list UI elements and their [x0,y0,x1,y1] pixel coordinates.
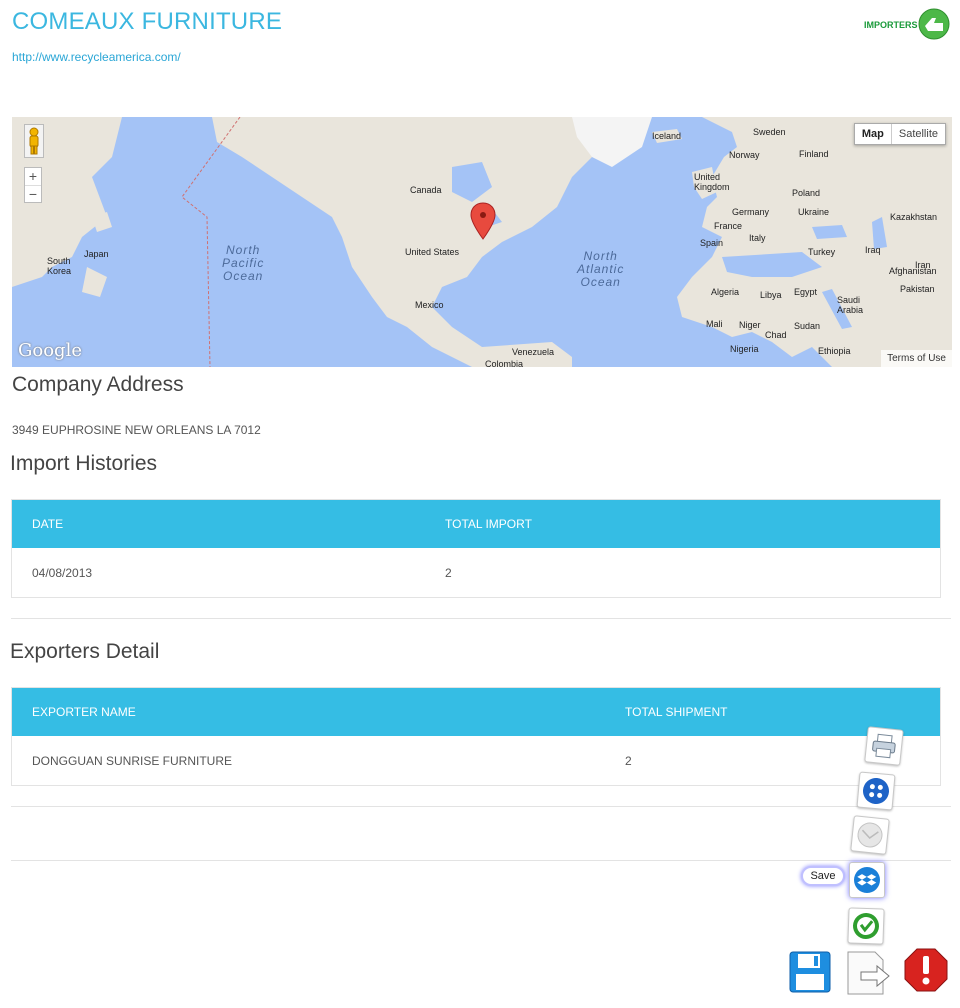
table-header-row: EXPORTER NAME TOTAL SHIPMENT [12,688,940,736]
share-button[interactable] [856,771,896,811]
ocean-word: Ocean [222,269,264,283]
map-label-france: France [714,221,743,231]
google-logo[interactable]: Google [18,340,82,361]
map-label-kazakhstan: Kazakhstan [890,212,938,222]
stop-alert-icon[interactable] [903,947,949,993]
map-label-turkey: Turkey [808,247,836,257]
map-label-italy: Italy [749,233,766,243]
map-label-pakistan: Pakistan [900,284,935,294]
zoom-in-button[interactable]: + [25,168,41,185]
dropbox-save-button[interactable] [849,862,885,898]
section-divider [11,618,951,619]
map-label-united-states: United States [405,247,460,257]
column-header-total-shipment: TOTAL SHIPMENT [625,705,728,719]
company-title: COMEAUX FURNITURE [12,8,283,35]
terms-of-use-link[interactable]: Terms of Use [881,350,952,367]
company-address-heading: Company Address [12,373,184,396]
green-check-icon [853,913,880,939]
import-histories-table: DATE TOTAL IMPORT 04/08/2013 2 [11,499,941,598]
location-map[interactable]: Iceland Sweden Norway Finland United Kin… [12,117,952,367]
exporters-detail-table: EXPORTER NAME TOTAL SHIPMENT DONGGUAN SU… [11,687,941,786]
share-dots-icon [863,778,889,804]
map-label-uk: United Kingdom [694,172,730,192]
map-ocean-north-atlantic: North Atlantic Ocean [577,250,624,289]
map-label-egypt: Egypt [794,287,818,297]
map-label-saudi-arabia: Saudi Arabia [837,295,864,315]
printer-icon [872,733,896,759]
map-label-iraq: Iraq [865,245,881,255]
email-button[interactable] [850,815,890,855]
map-label-sweden: Sweden [753,127,786,137]
evernote-button[interactable] [847,907,885,945]
column-header-total-import: TOTAL IMPORT [445,517,532,531]
map-label-germany: Germany [732,207,770,217]
zoom-out-button[interactable]: − [25,185,41,202]
map-label-colombia: Colombia [485,359,524,367]
map-label-libya: Libya [760,290,782,300]
map-type-control: Map Satellite [853,123,946,145]
map-label-south-korea: South Korea [47,256,72,276]
cell-total-import: 2 [445,565,452,580]
table-header-row: DATE TOTAL IMPORT [12,500,940,548]
table-row: 04/08/2013 2 [12,548,940,597]
section-divider [11,806,951,807]
map-label-ukraine: Ukraine [798,207,830,217]
ocean-word: Ocean [580,275,621,289]
zoom-control: + − [24,167,42,203]
map-label-venezuela: Venezuela [512,347,555,357]
cell-exporter-name: DONGGUAN SUNRISE FURNITURE [32,753,233,768]
import-histories-heading: Import Histories [10,452,158,475]
map-label-japan: Japan [84,249,109,259]
map-label-chad: Chad [765,330,787,340]
cell-date: 04/08/2013 [32,565,93,580]
map-label-canada: Canada [410,185,442,195]
cell-total-shipment: 2 [625,753,632,768]
map-label-nigeria: Nigeria [730,344,759,354]
map-label-niger: Niger [739,320,761,330]
map-label-norway: Norway [729,150,760,160]
map-label-algeria: Algeria [711,287,740,297]
print-button[interactable] [864,726,904,766]
map-label-spain: Spain [700,238,724,248]
map-label-afghanistan: Afghanistan [889,266,937,276]
save-tooltip: Save [801,866,845,886]
section-divider [11,860,951,861]
map-label-ethiopia: Ethiopia [818,346,851,356]
dropbox-icon [854,867,880,893]
map-label-mali: Mali [706,319,723,329]
importers-logo-text: IMPORTERS [864,20,918,30]
exporters-detail-heading: Exporters Detail [10,640,160,663]
mail-icon [857,822,883,848]
export-document-icon[interactable] [845,950,893,996]
map-label-sudan: Sudan [794,321,821,331]
map-label-poland: Poland [792,188,821,198]
map-type-satellite-button[interactable]: Satellite [892,124,945,144]
map-label-iceland: Iceland [652,131,682,141]
street-view-pegman-icon[interactable] [24,124,44,158]
map-label-mexico: Mexico [415,300,444,310]
company-address-value: 3949 EUPHROSINE NEW ORLEANS LA 7012 [12,423,261,437]
floppy-save-icon[interactable] [788,950,832,994]
importers-logo[interactable]: IMPORTERS [862,6,952,42]
company-url-link[interactable]: http://www.recycleamerica.com/ [12,50,181,64]
map-label-finland: Finland [799,149,829,159]
column-header-date: DATE [32,517,64,531]
column-header-exporter-name: EXPORTER NAME [32,705,136,719]
map-ocean-north-pacific: North Pacific Ocean [222,244,264,283]
map-type-map-button[interactable]: Map [855,124,892,144]
table-row: DONGGUAN SUNRISE FURNITURE 2 [12,736,940,785]
